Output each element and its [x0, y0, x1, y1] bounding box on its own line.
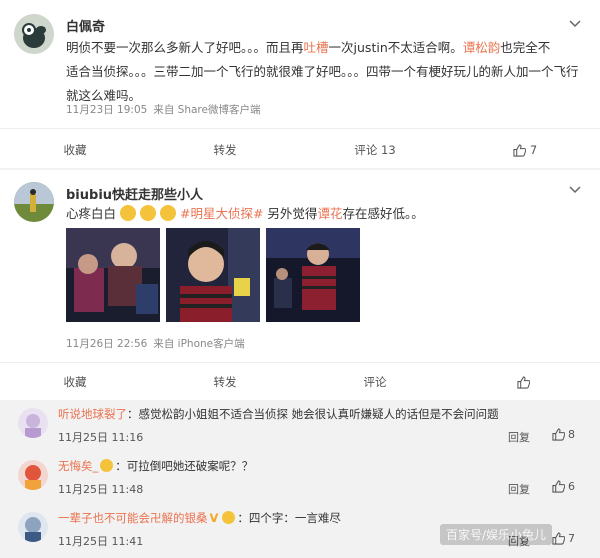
post-image-1[interactable] [66, 228, 160, 322]
thumbs-up-icon [513, 143, 526, 157]
repost-button[interactable]: 转发 [150, 362, 300, 402]
comment-line: 无悔矣_ ：可拉倒吧她还破案呢？？ [58, 458, 253, 474]
username[interactable]: biubiu快赶走那些小人 [66, 184, 203, 203]
avatar[interactable] [18, 460, 48, 490]
post-text: 心疼白白 #明星大侦探# 另外觉得谭花存在感好低。。 [66, 202, 424, 226]
verified-v-icon: V [209, 511, 219, 525]
avatar[interactable] [18, 408, 48, 438]
comment-item: 无悔矣_ ：可拉倒吧她还破案呢？？ 11月25日 11:48 回复 6 [0, 452, 600, 504]
highlight-link[interactable]: 谭花 [317, 206, 342, 221]
divider [0, 128, 600, 129]
favorite-label: 收藏 [63, 375, 87, 389]
comment-item: 听说地球裂了：感觉松韵小姐姐不适合当侦探 她会很认真听嫌疑人的话但是不会问问题 … [0, 400, 600, 452]
username[interactable]: 白佩奇 [66, 16, 105, 35]
reply-button[interactable]: 回复 [508, 429, 530, 445]
action-bar: 收藏 转发 评论 13 7 [0, 130, 600, 170]
comment-time: 11月25日 11:16 [58, 431, 144, 444]
post-image-2[interactable] [166, 228, 260, 322]
text-part: 心疼白白 [66, 206, 117, 221]
timestamp[interactable]: 11月23日 19:05 [66, 104, 147, 116]
landscape-avatar-icon [14, 182, 54, 222]
like-count: 7 [568, 532, 575, 545]
comment-text: ：感觉松韵小姐姐不适合当侦探 她会很认真听嫌疑人的话但是不会问问题 [127, 407, 499, 421]
highlight-link[interactable]: 谭松韵 [463, 40, 501, 55]
comment-text: ：四个字：一言难尽 [237, 511, 341, 525]
repost-button[interactable]: 转发 [150, 130, 300, 170]
like-count: 7 [529, 143, 538, 157]
avatar[interactable] [18, 512, 48, 542]
avatar[interactable] [14, 14, 54, 54]
peppa-avatar-icon [14, 14, 54, 54]
emoji-sad-icon [140, 205, 156, 221]
action-bar: 收藏 转发 评论 [0, 362, 600, 402]
like-count: 8 [568, 428, 575, 441]
like-button[interactable] [450, 362, 600, 402]
avatar[interactable] [14, 182, 54, 222]
favorite-label: 收藏 [63, 143, 87, 157]
emoji-icon [100, 459, 114, 472]
comment-label: 评论 13 [354, 143, 396, 157]
post-meta: 11月26日 22:56 来自 iPhone客户端 [66, 336, 251, 351]
text-line: 适合当侦探。。。三带二加一个飞行的就很难了好吧。。。四带一个有梗好玩儿的新人加一… [66, 64, 579, 79]
highlight-link[interactable]: 吐槽 [304, 40, 329, 55]
comment-button[interactable]: 评论 [300, 362, 450, 402]
post-meta: 11月23日 19:05 来自 Share微博客户端 [66, 102, 266, 117]
thumbs-up-icon [552, 428, 565, 441]
comment-like-button[interactable]: 7 [552, 532, 575, 545]
comment-like-button[interactable]: 8 [552, 428, 575, 441]
comment-text: ：可拉倒吧她还破案呢？？ [115, 459, 254, 473]
repost-label: 转发 [213, 143, 237, 157]
weibo-post-1: 白佩奇 明侦不要一次那么多新人了好吧。。。而且再吐槽一次justin不太适合啊。… [0, 0, 600, 168]
commenter-name[interactable]: 听说地球裂了 [58, 407, 127, 421]
commenter-name[interactable]: 一辈子也不可能会卍解的银桑 [58, 511, 208, 525]
text-part: 明侦不要一次那么多新人了好吧。。。而且再 [66, 40, 304, 55]
text-part: 也完全不 [500, 40, 551, 55]
favorite-button[interactable]: 收藏 [0, 362, 150, 402]
thumbs-up-icon [516, 375, 530, 389]
chevron-down-icon[interactable] [568, 184, 582, 198]
thumbs-up-icon [552, 480, 565, 493]
source-label: 来自 Share微博客户端 [153, 104, 261, 116]
like-count: 6 [568, 480, 575, 493]
chevron-down-icon[interactable] [568, 18, 582, 32]
comment-line: 一辈子也不可能会卍解的银桑 V ：四个字：一言难尽 [58, 510, 341, 526]
comment-time: 11月25日 11:41 [58, 535, 144, 548]
comment-button[interactable]: 评论 13 [300, 130, 450, 170]
repost-label: 转发 [213, 375, 237, 389]
emoji-icon [222, 511, 236, 524]
weibo-post-2: biubiu快赶走那些小人 心疼白白 #明星大侦探# 另外觉得谭花存在感好低。。 [0, 170, 600, 400]
comment-like-button[interactable]: 6 [552, 480, 575, 493]
reply-button[interactable]: 回复 [508, 481, 530, 497]
commenter-name[interactable]: 无悔矣_ [58, 459, 98, 473]
comment-label: 评论 [363, 375, 387, 389]
post-text: 明侦不要一次那么多新人了好吧。。。而且再吐槽一次justin不太适合啊。谭松韵也… [66, 36, 579, 108]
comment-time: 11月25日 11:48 [58, 483, 144, 496]
source-label: 来自 iPhone客户端 [153, 338, 245, 350]
text-part: 另外觉得 [267, 206, 318, 221]
text-part: 一次justin不太适合啊。 [328, 40, 463, 55]
text-part: 存在感好低。。 [342, 206, 424, 221]
emoji-sad-icon [160, 205, 176, 221]
hashtag-link[interactable]: #明星大侦探# [180, 206, 263, 221]
timestamp[interactable]: 11月26日 22:56 [66, 338, 147, 350]
like-button[interactable]: 7 [450, 130, 600, 170]
favorite-button[interactable]: 收藏 [0, 130, 150, 170]
comment-line: 听说地球裂了：感觉松韵小姐姐不适合当侦探 她会很认真听嫌疑人的话但是不会问问题 [58, 406, 499, 422]
post-image-3[interactable] [266, 228, 360, 322]
watermark: 百家号/娱乐小兔儿 [440, 524, 553, 545]
thumbs-up-icon [552, 532, 565, 545]
emoji-sad-icon [120, 205, 136, 221]
